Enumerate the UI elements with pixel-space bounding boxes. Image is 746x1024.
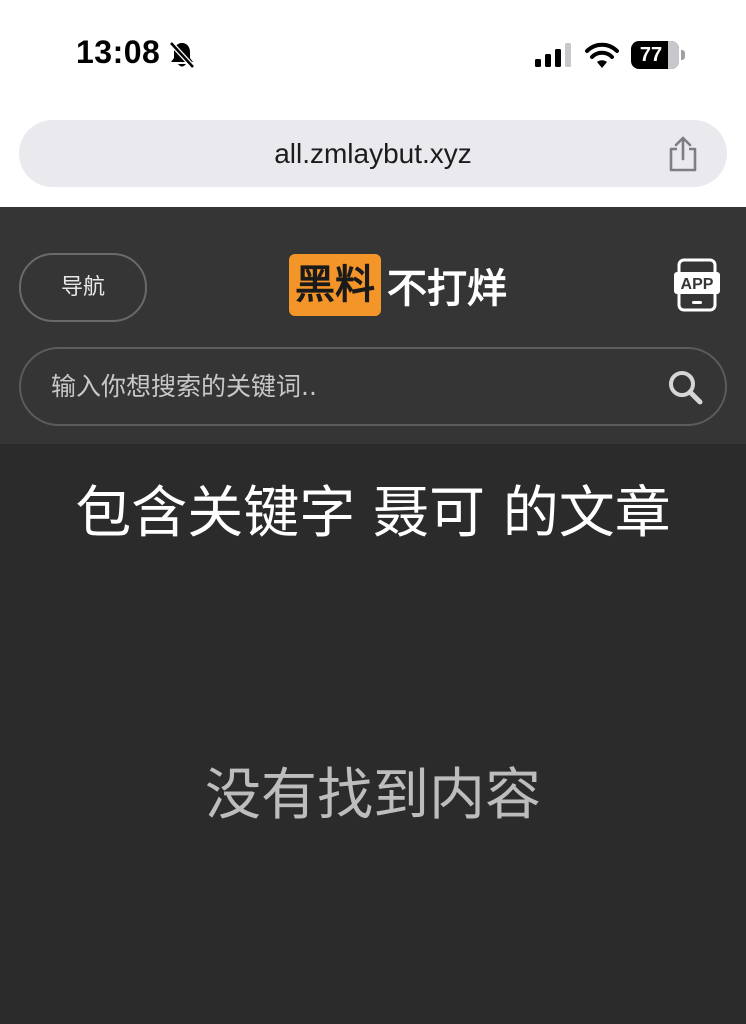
address-bar[interactable]: all.zmlaybut.xyz bbox=[19, 120, 727, 187]
search-icon[interactable] bbox=[667, 369, 703, 405]
battery-level: 77 bbox=[639, 44, 663, 66]
nav-button[interactable]: 导航 bbox=[19, 253, 147, 322]
status-time: 13:08 bbox=[76, 34, 161, 70]
search-box[interactable] bbox=[19, 347, 727, 426]
empty-state-message: 没有找到内容 bbox=[205, 763, 541, 828]
app-icon-label: APP bbox=[681, 276, 714, 293]
signal-icon bbox=[535, 43, 571, 67]
browser-toolbar: all.zmlaybut.xyz bbox=[0, 108, 746, 207]
battery-icon: 77 bbox=[631, 41, 685, 69]
bell-slash-icon bbox=[169, 41, 195, 69]
app-download-icon[interactable]: APP bbox=[673, 258, 721, 312]
status-bar: 13:08 77 bbox=[0, 0, 746, 108]
page-title: 包含关键字 聂可 的文章 bbox=[75, 481, 671, 546]
battery-cap bbox=[681, 50, 685, 60]
url-text[interactable]: all.zmlaybut.xyz bbox=[19, 120, 727, 187]
logo-text: 不打烊 bbox=[387, 266, 507, 312]
site-header: 导航 黑料 不打烊 APP bbox=[0, 207, 746, 444]
share-icon[interactable] bbox=[665, 135, 701, 173]
search-input[interactable] bbox=[51, 349, 651, 424]
logo-badge: 黑料 bbox=[289, 254, 381, 316]
wifi-icon bbox=[585, 42, 619, 68]
battery-body: 77 bbox=[631, 41, 679, 69]
site-logo[interactable]: 黑料 不打烊 bbox=[289, 254, 507, 316]
